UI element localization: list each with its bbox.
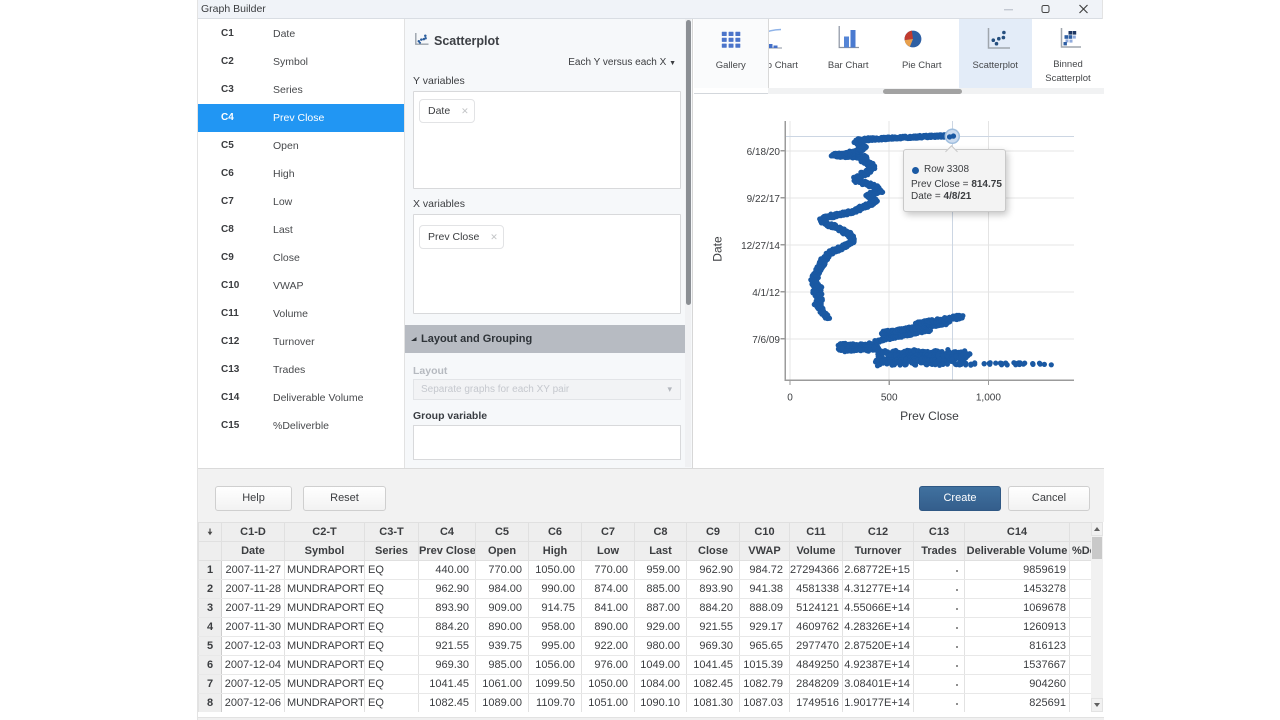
svg-text:6/18/20: 6/18/20 bbox=[747, 147, 781, 158]
svg-text:7/6/09: 7/6/09 bbox=[752, 335, 780, 346]
svg-text:9/22/17: 9/22/17 bbox=[747, 194, 781, 205]
svg-text:Date: Date bbox=[711, 236, 725, 262]
svg-text:4/1/12: 4/1/12 bbox=[752, 288, 780, 299]
svg-text:0: 0 bbox=[787, 393, 793, 404]
svg-text:500: 500 bbox=[881, 393, 898, 404]
svg-text:1,000: 1,000 bbox=[976, 393, 1001, 404]
svg-text:12/27/14: 12/27/14 bbox=[741, 241, 780, 252]
svg-text:Prev Close: Prev Close bbox=[900, 409, 959, 423]
